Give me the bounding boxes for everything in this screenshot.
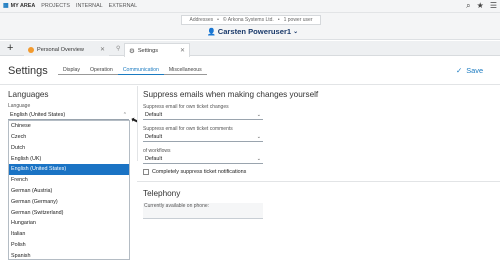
field2-value: Default [145, 134, 163, 140]
overview-icon [28, 46, 34, 53]
chevron-down-icon: ⌄ [256, 112, 261, 118]
dropdown-option[interactable]: French [9, 175, 129, 186]
tab-personal-overview[interactable]: Personal Overview ✕ [24, 43, 109, 56]
user-selector[interactable]: 👤 Carsten Poweruser1 ⌄ [207, 27, 298, 36]
breadcrumb-company[interactable]: © Arkona Systems Ltd. [223, 17, 274, 23]
field1-select[interactable]: Default ⌄ [143, 111, 263, 120]
page-title: Settings [8, 65, 48, 77]
settings-subtabs: Display Operation Communication Miscella… [58, 66, 207, 75]
breadcrumb-separator: • [217, 17, 219, 23]
field1-label: Suppress email for own ticket changes [143, 104, 229, 110]
field2-label: Suppress email for own ticket comments [143, 126, 233, 132]
phone-availability-field[interactable]: Currently available on phone: [143, 203, 263, 219]
chevron-down-icon: ⌄ [256, 134, 261, 140]
field2-select[interactable]: Default ⌄ [143, 133, 263, 142]
tab-settings[interactable]: ⚙ Settings ✕ [124, 43, 190, 57]
languages-title: Languages [8, 90, 49, 99]
dropdown-option[interactable]: German (Austria) [9, 186, 129, 197]
checkbox[interactable] [143, 169, 149, 175]
chevron-up-icon: ⌃ [122, 112, 127, 118]
subtab-miscellaneous[interactable]: Miscellaneous [163, 66, 207, 75]
projects-link[interactable]: PROJECTS [41, 2, 70, 9]
telephony-title: Telephony [143, 189, 181, 198]
breadcrumb-addresses[interactable]: Addresses [190, 17, 214, 23]
save-label: Save [466, 66, 484, 75]
breadcrumb-separator: • [277, 17, 280, 23]
add-tab-button[interactable]: + [7, 41, 13, 56]
tab-bar: + Personal Overview ✕ ⚲ ⚙ Settings ✕ [0, 41, 500, 57]
breadcrumb: Addresses • © Arkona Systems Ltd. • 1 po… [181, 15, 321, 25]
star-icon[interactable]: ★ [477, 1, 484, 11]
top-icons: ⌕ ★ ☰ [466, 1, 497, 11]
language-value: English (United States) [10, 112, 66, 118]
header-area: Addresses • © Arkona Systems Ltd. • 1 po… [0, 13, 500, 40]
phone-field-label: Currently available on phone: [144, 203, 210, 209]
field3-label: of workflows [143, 148, 171, 154]
checkmark-icon: ✓ [456, 66, 463, 75]
user-icon: 👤 [207, 28, 216, 36]
suppress-title: Suppress emails when making changes your… [143, 90, 319, 99]
dropdown-option[interactable]: Dutch [9, 143, 129, 154]
top-nav: ▦ MY AREA PROJECTS INTERNAL EXTERNAL [3, 2, 137, 10]
gear-icon: ⚙ [129, 47, 135, 55]
internal-link[interactable]: INTERNAL [76, 2, 103, 9]
section-divider [137, 181, 500, 182]
settings-header: Settings Display Operation Communication… [0, 57, 500, 85]
dropdown-option[interactable]: German (Germany) [9, 196, 129, 207]
subtab-communication[interactable]: Communication [117, 66, 164, 75]
suppress-section: Suppress emails when making changes your… [143, 86, 493, 266]
subtab-operation[interactable]: Operation [85, 66, 118, 75]
language-dropdown[interactable]: Chinese Czech Dutch English (UK) English… [8, 120, 130, 260]
language-select[interactable]: English (United States) ⌃ [8, 111, 129, 120]
tab-label: Personal Overview [37, 46, 84, 53]
dropdown-option-selected[interactable]: English (United States) [9, 164, 129, 175]
column-divider [137, 86, 138, 161]
top-bar: ▦ MY AREA PROJECTS INTERNAL EXTERNAL ⌕ ★ … [0, 0, 500, 13]
dropdown-option[interactable]: Polish [9, 239, 129, 250]
field3-value: Default [145, 156, 163, 162]
user-name: Carsten Poweruser1 [217, 27, 292, 36]
dropdown-option[interactable]: Czech [9, 132, 129, 143]
grid-icon: ▦ [3, 3, 9, 9]
menu-icon[interactable]: ☰ [490, 1, 497, 11]
search-icon[interactable]: ⌕ [466, 1, 470, 11]
subtab-display[interactable]: Display [58, 66, 86, 75]
close-icon[interactable]: ✕ [100, 46, 105, 53]
pin-icon[interactable]: ⚲ [116, 45, 120, 52]
dropdown-option[interactable]: Italian [9, 229, 129, 240]
external-link[interactable]: EXTERNAL [109, 2, 137, 9]
checkbox-label: Completely suppress ticket notifications [152, 169, 247, 175]
chevron-down-icon: ⌄ [293, 29, 299, 35]
my-area-link[interactable]: ▦ MY AREA [3, 2, 35, 10]
dropdown-option[interactable]: English (UK) [9, 153, 129, 164]
dropdown-option[interactable]: Hungarian [9, 218, 129, 229]
tab-label: Settings [137, 47, 159, 54]
chevron-down-icon: ⌄ [256, 156, 261, 162]
save-button[interactable]: ✓ Save [456, 66, 483, 75]
field3-select[interactable]: Default ⌄ [143, 155, 263, 164]
breadcrumb-power-user[interactable]: 1 power user [284, 17, 313, 23]
close-icon[interactable]: ✕ [180, 47, 185, 54]
dropdown-option[interactable]: Chinese [9, 121, 129, 132]
dropdown-option[interactable]: Spanish [9, 250, 129, 261]
language-label: Language [8, 103, 31, 109]
field1-value: Default [145, 112, 163, 118]
dropdown-option[interactable]: German (Switzerland) [9, 207, 129, 218]
suppress-all-checkbox[interactable]: Completely suppress ticket notifications [143, 169, 246, 175]
